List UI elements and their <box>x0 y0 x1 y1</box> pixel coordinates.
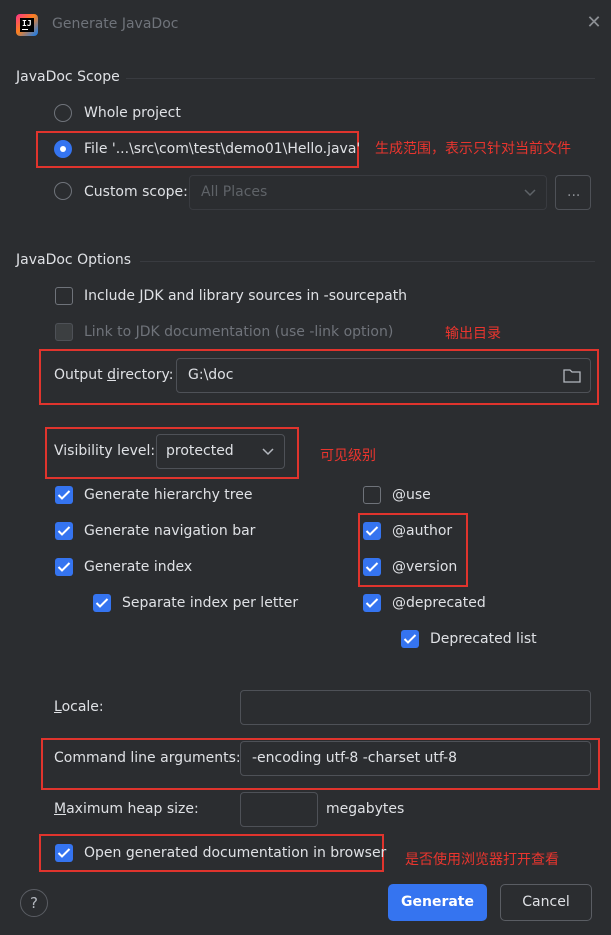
tag-version-label[interactable]: @version <box>392 559 457 575</box>
custom-scope-select[interactable]: All Places <box>189 175 547 210</box>
tag-use-checkbox[interactable] <box>363 486 381 504</box>
custom-scope-label[interactable]: Custom scope: <box>84 184 188 200</box>
open-browser-checkbox[interactable] <box>55 844 73 862</box>
file-scope-radio[interactable] <box>54 140 72 158</box>
visibility-select[interactable]: protected <box>156 434 285 469</box>
tag-use-label[interactable]: @use <box>392 487 431 503</box>
gen-hierarchy-label[interactable]: Generate hierarchy tree <box>84 487 252 503</box>
options-section-title: JavaDoc Options <box>16 252 132 268</box>
generate-button[interactable]: Generate <box>388 884 487 921</box>
chevron-down-icon <box>524 189 536 197</box>
sep-index-checkbox[interactable] <box>93 594 111 612</box>
whole-project-label[interactable]: Whole project <box>84 105 181 121</box>
close-icon[interactable]: ✕ <box>584 12 604 36</box>
tag-author-checkbox[interactable] <box>363 522 381 540</box>
browser-note: 是否使用浏览器打开查看 <box>405 852 559 868</box>
options-separator <box>140 261 595 262</box>
cmd-args-input[interactable]: -encoding utf-8 -charset utf-8 <box>240 741 591 776</box>
link-jdk-label: Link to JDK documentation (use -link opt… <box>84 324 394 340</box>
intellij-logo-icon: IJ <box>16 14 38 36</box>
output-dir-value: G:\doc <box>188 367 234 383</box>
scope-browse-button[interactable]: ... <box>555 175 591 210</box>
custom-scope-value: All Places <box>201 184 268 200</box>
custom-scope-radio[interactable] <box>54 182 72 200</box>
heap-unit-label: megabytes <box>326 801 405 817</box>
output-dir-input[interactable]: G:\doc <box>176 358 591 393</box>
gen-hierarchy-checkbox[interactable] <box>55 486 73 504</box>
include-jdk-label[interactable]: Include JDK and library sources in -sour… <box>84 288 407 304</box>
check-icon <box>57 562 71 572</box>
check-icon <box>57 848 71 858</box>
output-dir-label: Output directory: <box>54 367 174 383</box>
deprecated-list-label[interactable]: Deprecated list <box>430 631 537 647</box>
deprecated-list-checkbox[interactable] <box>401 630 419 648</box>
cancel-button[interactable]: Cancel <box>500 884 592 921</box>
visibility-label: Visibility level: <box>54 443 156 459</box>
output-note: 输出目录 <box>445 326 501 342</box>
tag-deprecated-checkbox[interactable] <box>363 594 381 612</box>
include-jdk-checkbox[interactable] <box>55 287 73 305</box>
locale-input[interactable] <box>240 690 591 725</box>
check-icon <box>365 598 379 608</box>
sep-index-label[interactable]: Separate index per letter <box>122 595 298 611</box>
chevron-down-icon <box>262 448 274 456</box>
file-scope-label[interactable]: File '...\src\com\test\demo01\Hello.java… <box>84 141 360 157</box>
locale-label: Locale: <box>54 699 104 715</box>
tag-version-checkbox[interactable] <box>363 558 381 576</box>
heap-size-input[interactable] <box>240 792 318 827</box>
open-browser-label[interactable]: Open generated documentation in browser <box>84 845 386 861</box>
visibility-value: protected <box>166 443 234 459</box>
check-icon <box>365 526 379 536</box>
browse-button-label: ... <box>567 184 581 200</box>
help-button[interactable]: ? <box>20 889 48 917</box>
cmd-args-value: -encoding utf-8 -charset utf-8 <box>252 750 458 766</box>
tag-deprecated-label[interactable]: @deprecated <box>392 595 486 611</box>
link-jdk-checkbox <box>55 323 73 341</box>
gen-navbar-label[interactable]: Generate navigation bar <box>84 523 255 539</box>
gen-index-checkbox[interactable] <box>55 558 73 576</box>
check-icon <box>95 598 109 608</box>
dialog-title: Generate JavaDoc <box>52 16 179 32</box>
scope-separator <box>126 78 595 79</box>
check-icon <box>57 526 71 536</box>
check-icon <box>365 562 379 572</box>
check-icon <box>403 634 417 644</box>
gen-index-label[interactable]: Generate index <box>84 559 192 575</box>
heap-size-label: Maximum heap size: <box>54 801 199 817</box>
gen-navbar-checkbox[interactable] <box>55 522 73 540</box>
scope-note: 生成范围，表示只针对当前文件 <box>375 141 571 157</box>
cmd-args-label: Command line arguments: <box>54 750 241 766</box>
visibility-note: 可见级别 <box>320 448 376 464</box>
check-icon <box>57 490 71 500</box>
tag-author-label[interactable]: @author <box>392 523 452 539</box>
scope-section-title: JavaDoc Scope <box>16 69 120 85</box>
folder-icon[interactable] <box>563 368 581 383</box>
whole-project-radio[interactable] <box>54 104 72 122</box>
